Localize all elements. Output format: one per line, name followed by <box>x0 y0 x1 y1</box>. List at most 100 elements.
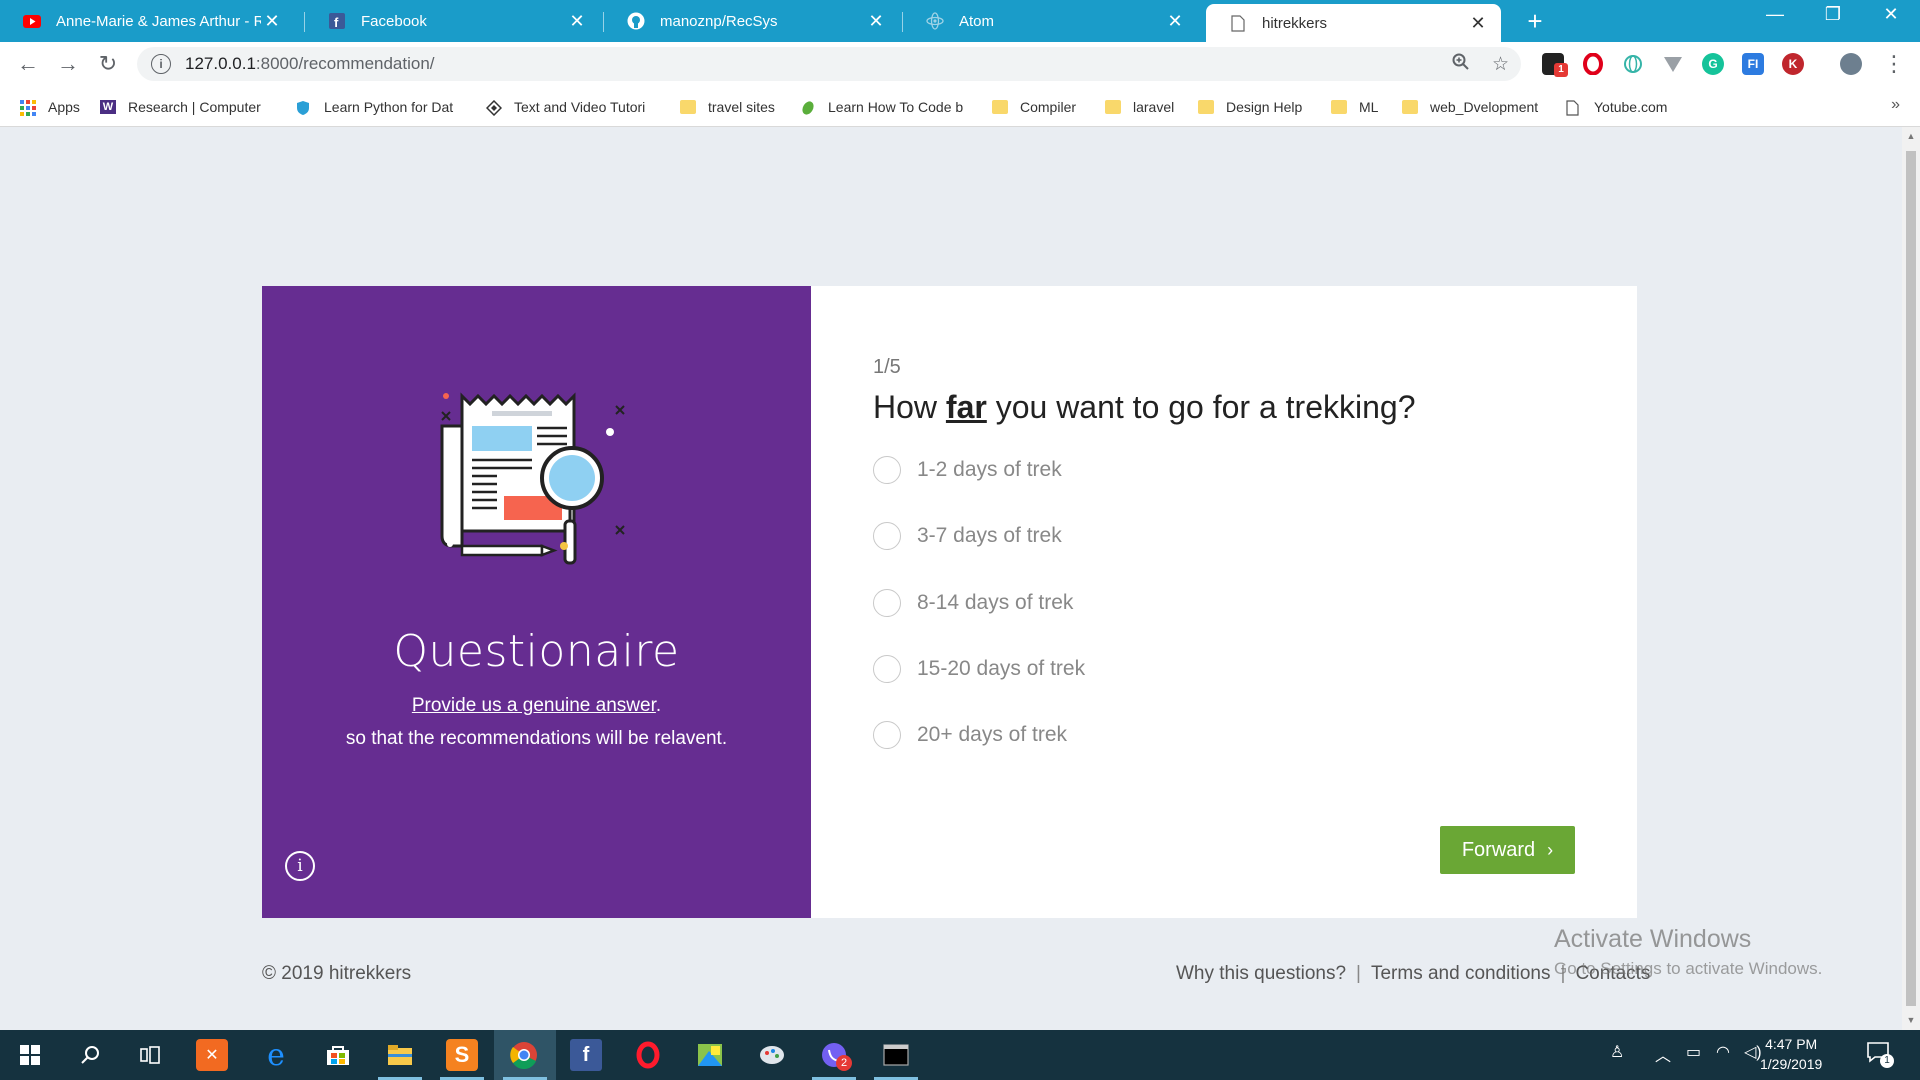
option-label: 20+ days of trek <box>917 723 1068 746</box>
bookmark-text-video[interactable]: Text and Video Tutori <box>485 96 645 118</box>
new-tab-button[interactable]: + <box>1520 6 1550 37</box>
option-1-2-days[interactable]: 1-2 days of trek <box>873 454 1062 486</box>
bookmark-research[interactable]: W Research | Computer <box>100 96 261 118</box>
option-label: 1-2 days of trek <box>917 458 1062 481</box>
store-icon[interactable] <box>322 1039 354 1071</box>
bookmark-apps[interactable]: Apps <box>20 96 80 118</box>
page-body: Questionaire Provide us a genuine answer… <box>0 127 1902 1030</box>
tray-expand-icon[interactable]: ︿ <box>1655 1042 1671 1066</box>
image-viewer-icon[interactable] <box>694 1039 726 1071</box>
forward-icon[interactable]: → <box>54 50 82 78</box>
radio-button[interactable] <box>873 589 901 617</box>
tab-atom[interactable]: Atom ✕ <box>903 4 1198 38</box>
search-icon[interactable] <box>74 1039 106 1071</box>
option-20-plus-days[interactable]: 20+ days of trek <box>873 719 1067 751</box>
windows-start-icon[interactable] <box>14 1039 46 1071</box>
chevron-right-icon[interactable]: » <box>1891 96 1900 114</box>
facebook-app-icon[interactable]: f <box>570 1039 602 1071</box>
close-icon[interactable]: ✕ <box>1164 11 1186 32</box>
site-info-icon[interactable]: i <box>151 54 171 74</box>
k-extension-icon[interactable]: K <box>1782 53 1804 75</box>
tab-title: Facebook <box>361 12 427 30</box>
page-icon <box>1228 14 1248 32</box>
zoom-icon[interactable] <box>1452 53 1470 77</box>
tab-title: Atom <box>959 12 995 30</box>
minimize-icon[interactable]: — <box>1750 4 1800 25</box>
tab-hitrekkers[interactable]: hitrekkers ✕ <box>1206 4 1501 42</box>
battery-icon[interactable]: ▭ <box>1686 1042 1701 1062</box>
question-text: How far you want to go for a trekking? <box>873 389 1416 426</box>
scrollbar-thumb[interactable] <box>1906 151 1916 1006</box>
terminal-icon[interactable] <box>880 1039 912 1071</box>
forward-button[interactable]: Forward › <box>1440 826 1575 874</box>
bookmark-laravel[interactable]: laravel <box>1105 96 1174 118</box>
extension-icon[interactable]: 1 <box>1542 53 1568 77</box>
option-label: 8-14 days of trek <box>917 591 1074 614</box>
profile-avatar[interactable] <box>1840 53 1862 75</box>
fi-extension-icon[interactable]: FI <box>1742 53 1764 75</box>
tab-github[interactable]: manoznp/RecSys ✕ <box>604 4 899 38</box>
close-icon[interactable]: ✕ <box>1467 13 1489 34</box>
tab-facebook[interactable]: f Facebook ✕ <box>305 4 600 38</box>
footer-link-why[interactable]: Why this questions? <box>1176 963 1346 985</box>
bookmark-star-icon[interactable]: ☆ <box>1492 53 1509 77</box>
option-8-14-days[interactable]: 8-14 days of trek <box>873 587 1073 619</box>
chrome-icon[interactable] <box>508 1039 540 1071</box>
radio-button[interactable] <box>873 456 901 484</box>
volume-icon[interactable]: ◁) <box>1744 1042 1762 1062</box>
back-icon[interactable]: ← <box>14 50 42 78</box>
close-icon[interactable]: ✕ <box>261 11 283 32</box>
option-15-20-days[interactable]: 15-20 days of trek <box>873 653 1085 685</box>
opera-browser-icon[interactable] <box>632 1039 664 1071</box>
opera-icon[interactable] <box>1582 52 1604 76</box>
notification-center-icon[interactable]: 1 <box>1866 1040 1894 1069</box>
vertical-scrollbar[interactable]: ▲ ▼ <box>1902 127 1920 1030</box>
reload-icon[interactable]: ↻ <box>94 50 122 78</box>
people-icon[interactable]: ♙ <box>1610 1042 1624 1062</box>
bookmark-ml[interactable]: ML <box>1331 96 1378 118</box>
bookmark-learn-code[interactable]: Learn How To Code b <box>800 96 963 118</box>
folder-icon <box>1331 100 1347 114</box>
edge-icon[interactable]: e <box>260 1038 292 1073</box>
wifi-icon[interactable]: ◠ <box>1716 1042 1730 1062</box>
paint-icon[interactable] <box>756 1039 788 1071</box>
footer-link-terms[interactable]: Terms and conditions <box>1371 963 1551 985</box>
xampp-icon[interactable]: ✕ <box>196 1039 228 1071</box>
scroll-down-icon[interactable]: ▼ <box>1906 1015 1916 1025</box>
globe-extension-icon[interactable] <box>1622 53 1644 75</box>
radio-button[interactable] <box>873 721 901 749</box>
radio-button[interactable] <box>873 655 901 683</box>
genuine-answer-link[interactable]: Provide us a genuine answer <box>412 695 656 716</box>
bookmark-compiler[interactable]: Compiler <box>992 96 1076 118</box>
bookmark-travel-sites[interactable]: travel sites <box>680 96 775 118</box>
chrome-menu-icon[interactable]: ⋮ <box>1880 50 1908 78</box>
system-clock[interactable]: 4:47 PM 1/29/2019 <box>1760 1034 1822 1074</box>
option-3-7-days[interactable]: 3-7 days of trek <box>873 520 1062 552</box>
panel-subtitle: Provide us a genuine answer. <box>262 695 811 717</box>
bookmark-design-help[interactable]: Design Help <box>1198 96 1302 118</box>
task-view-icon[interactable] <box>134 1039 166 1071</box>
bookmark-learn-python[interactable]: Learn Python for Dat <box>296 96 453 118</box>
tab-strip: Anne-Marie & James Arthur - Re ✕ f Faceb… <box>0 0 1920 42</box>
activate-windows-title: Activate Windows <box>1554 925 1752 953</box>
close-icon[interactable]: ✕ <box>865 11 887 32</box>
sublime-text-icon[interactable]: S <box>446 1039 478 1071</box>
scroll-up-icon[interactable]: ▲ <box>1906 131 1916 141</box>
viber-icon[interactable]: 2 <box>818 1039 852 1071</box>
bookmark-yotube[interactable]: Yotube.com <box>1566 96 1667 118</box>
info-icon[interactable]: i <box>285 851 315 881</box>
restore-icon[interactable]: ❐ <box>1808 4 1858 25</box>
tab-youtube[interactable]: Anne-Marie & James Arthur - Re ✕ <box>0 4 295 38</box>
radio-button[interactable] <box>873 522 901 550</box>
address-bar[interactable]: i 127.0.0.1:8000/recommendation/ ☆ <box>137 47 1521 81</box>
file-explorer-icon[interactable] <box>384 1039 416 1071</box>
bookmark-web-development[interactable]: web_Dvelopment <box>1402 96 1538 118</box>
close-window-icon[interactable]: ✕ <box>1866 4 1916 25</box>
close-icon[interactable]: ✕ <box>566 11 588 32</box>
shield-icon <box>296 100 312 115</box>
grammarly-icon[interactable]: G <box>1702 53 1724 75</box>
facebook-icon: f <box>327 13 347 29</box>
url-text[interactable]: 127.0.0.1:8000/recommendation/ <box>185 54 435 74</box>
vue-extension-icon[interactable] <box>1662 53 1684 75</box>
folder-icon <box>1198 100 1214 114</box>
